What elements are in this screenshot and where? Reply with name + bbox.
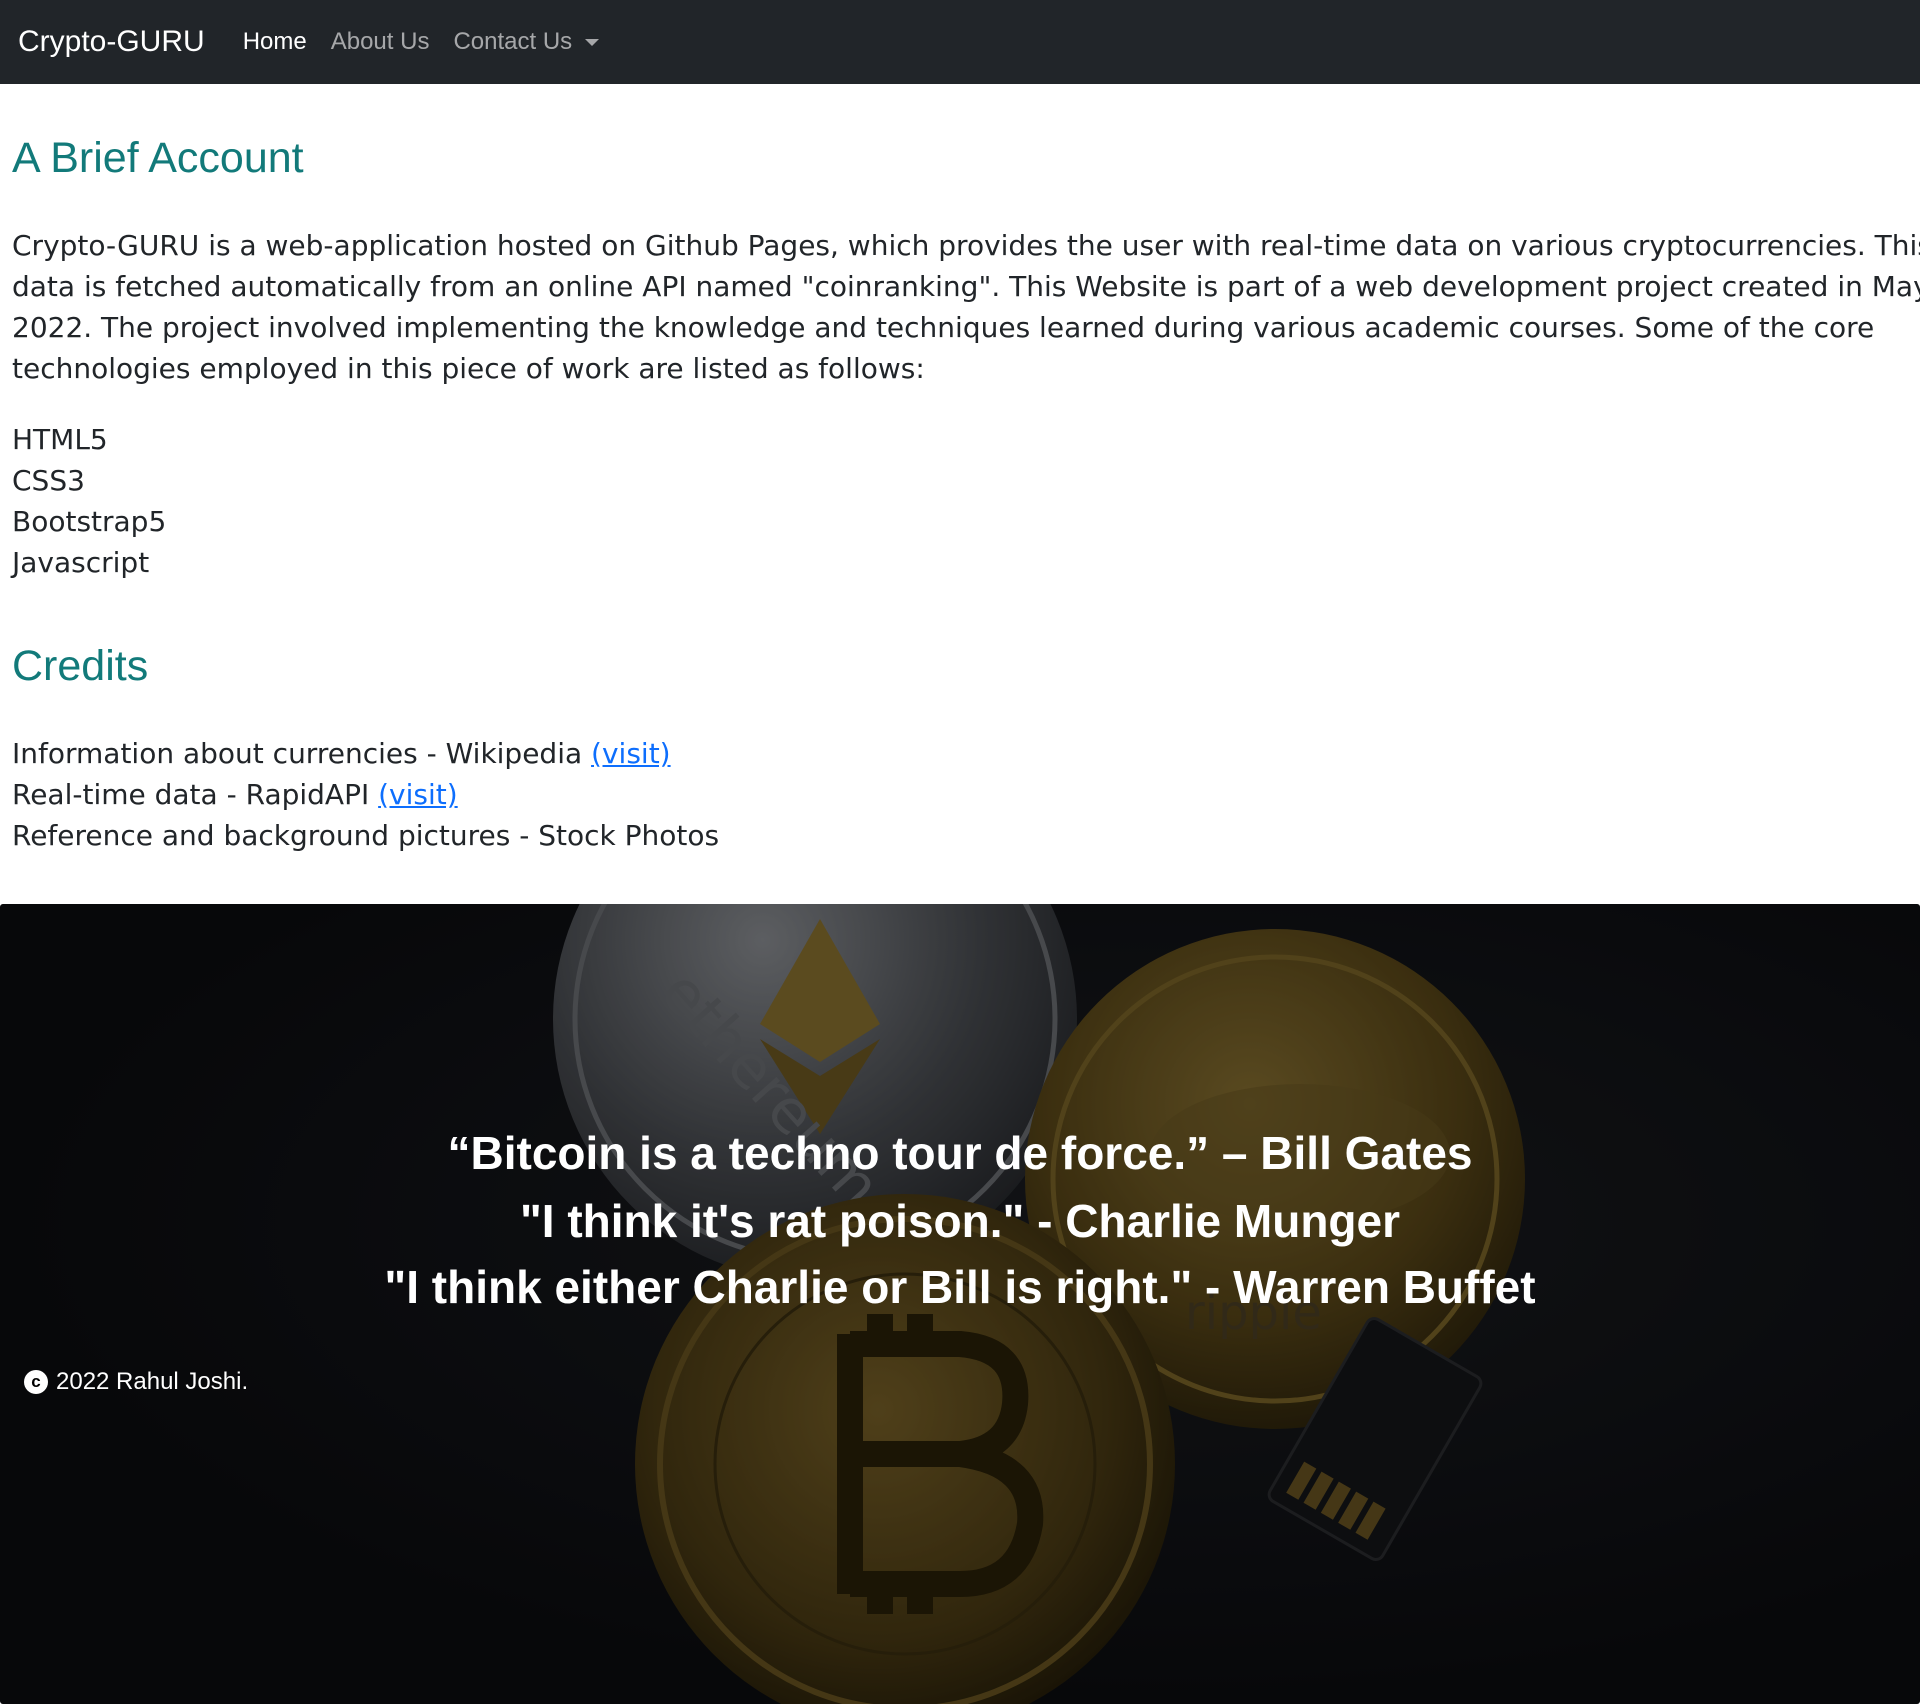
account-heading: A Brief Account xyxy=(12,134,304,182)
copyright-notice: c 2022 Rahul Joshi. xyxy=(24,1368,248,1396)
technology-list: HTML5 CSS3 Bootstrap5 Javascript xyxy=(12,419,1908,583)
quote-warren-buffet: "I think either Charlie or Bill is right… xyxy=(384,1261,1536,1313)
nav-home[interactable]: Home xyxy=(243,28,307,56)
intro-line: Crypto-GURU is a web-application hosted … xyxy=(12,228,1920,262)
credits-heading: Credits xyxy=(12,641,149,690)
technology-item: Bootstrap5 xyxy=(12,504,167,538)
chevron-down-icon xyxy=(585,38,600,46)
nav-contact-us-dropdown[interactable]: Contact Us xyxy=(453,28,600,56)
rapidapi-visit-link[interactable]: (visit) xyxy=(378,778,458,811)
credit-text: Real-time data - RapidAPI xyxy=(12,778,379,812)
credit-item: Information about currencies - Wikipedia… xyxy=(12,733,1908,774)
credit-item: Reference and background pictures - Stoc… xyxy=(12,815,1908,856)
nav-about-us[interactable]: About Us xyxy=(331,28,430,56)
quote-banner: ethereum ripple “Bitcoin is a techno tou… xyxy=(0,904,1920,1704)
credits-list: Information about currencies - Wikipedia… xyxy=(12,733,1908,856)
technology-item: Javascript xyxy=(12,545,150,579)
quote-bill-gates: “Bitcoin is a techno tour de force.” – B… xyxy=(447,1127,1473,1179)
credit-text: Information about currencies - Wikipedia xyxy=(12,737,592,771)
intro-line: data is fetched automatically from an on… xyxy=(12,269,1920,303)
intro-paragraph: Crypto-GURU is a web-application hosted … xyxy=(12,225,1920,389)
technology-item: HTML5 xyxy=(12,422,108,456)
brand-logo[interactable]: Crypto-GURU xyxy=(18,25,205,59)
copyright-icon: c xyxy=(24,1370,48,1394)
main-content: A Brief Account Crypto-GURU is a web-app… xyxy=(0,84,1920,856)
wikipedia-visit-link[interactable]: (visit) xyxy=(591,737,671,770)
copyright-text: 2022 Rahul Joshi. xyxy=(56,1368,249,1395)
nav-contact-us-label: Contact Us xyxy=(453,28,573,55)
quote-charlie-munger: "I think it's rat poison." - Charlie Mun… xyxy=(519,1195,1401,1247)
technology-item: CSS3 xyxy=(12,463,85,497)
intro-line: technologies employed in this piece of w… xyxy=(12,351,925,385)
credit-item: Real-time data - RapidAPI (visit) xyxy=(12,774,1908,815)
navbar: Crypto-GURU Home About Us Contact Us xyxy=(0,0,1920,84)
intro-line: 2022. The project involved implementing … xyxy=(12,310,1875,344)
credit-text: Reference and background pictures - Stoc… xyxy=(12,819,720,853)
